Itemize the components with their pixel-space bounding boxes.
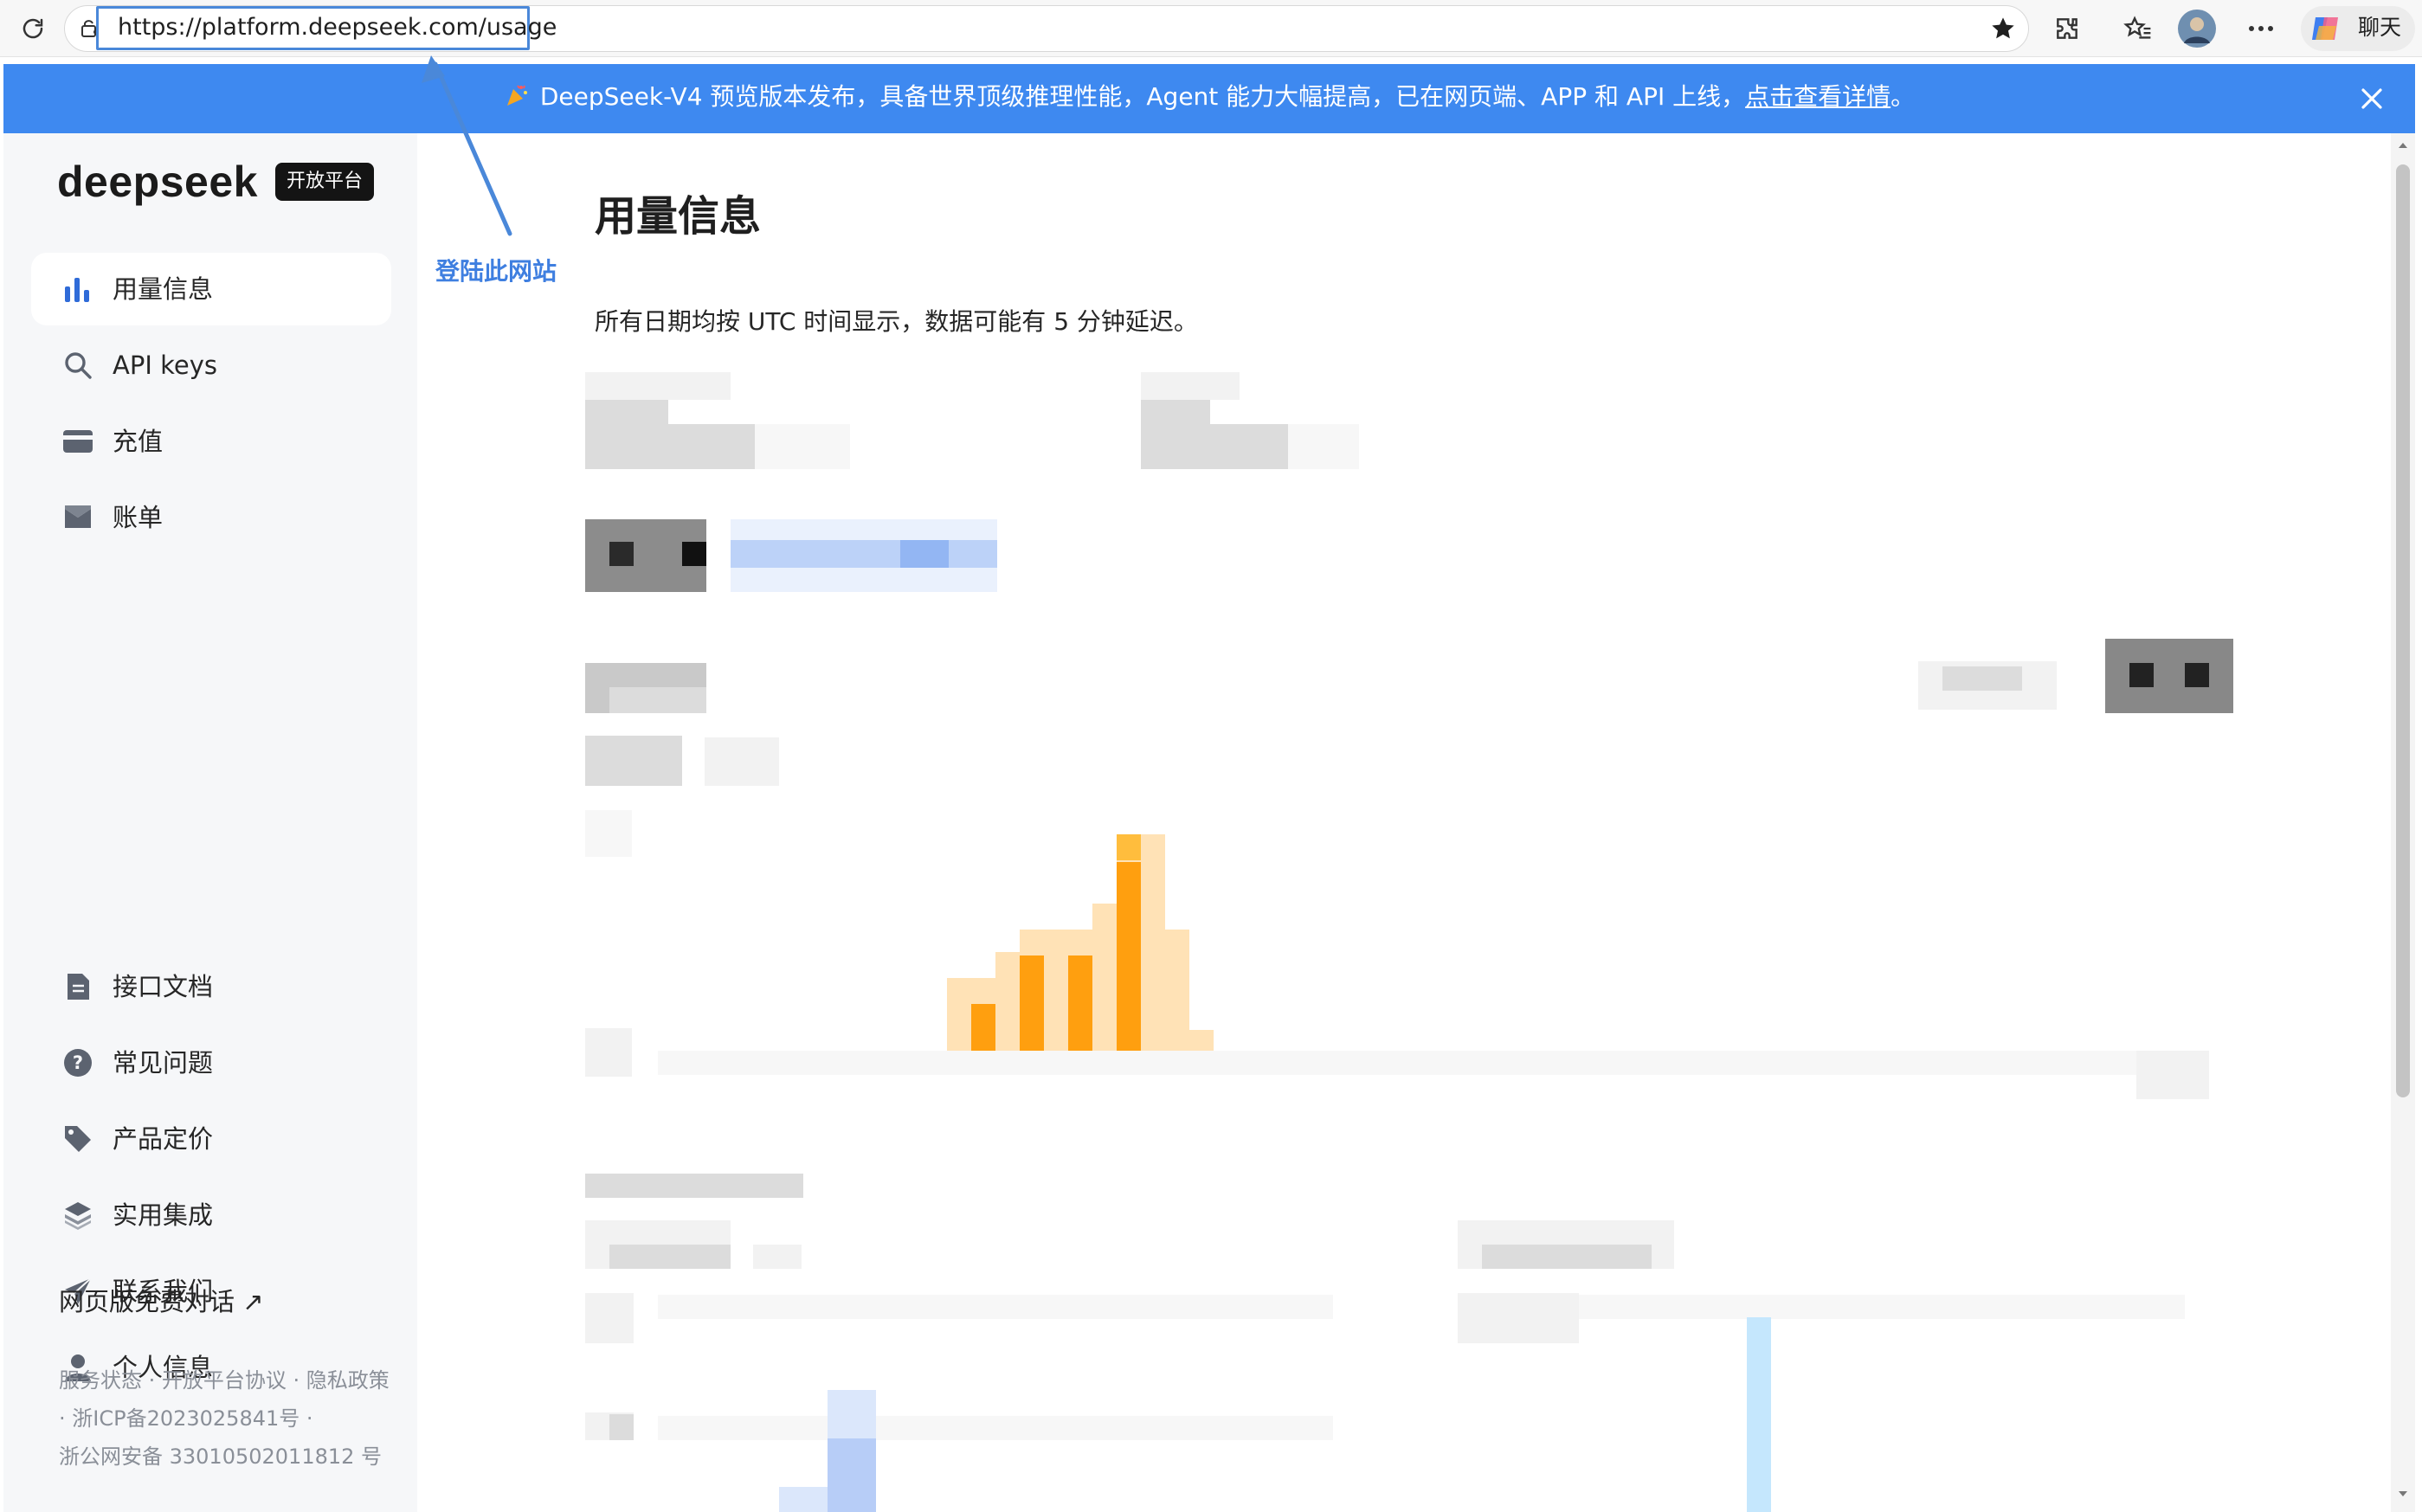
pixelated-block	[658, 1295, 1333, 1319]
banner-details-link[interactable]: 点击查看详情	[1745, 82, 1891, 111]
scroll-down-arrow[interactable]	[2396, 1487, 2410, 1501]
close-banner-icon[interactable]	[2356, 83, 2387, 114]
banner-text: DeepSeek-V4 预览版本发布，具备世界顶级推理性能，Agent 能力大幅…	[539, 82, 1746, 111]
chat-label: 聊天	[2358, 15, 2402, 40]
sidebar-item-label: 用量信息	[113, 274, 214, 304]
pixelated-block	[1117, 834, 1141, 860]
pixelated-block	[2185, 663, 2209, 687]
address-url[interactable]: https://platform.deepseek.com/usage	[118, 12, 557, 43]
bar-chart-icon	[62, 273, 93, 305]
pixelated-block	[1141, 400, 1210, 424]
sidebar-item-faq[interactable]: ? 常见问题	[31, 1026, 391, 1099]
pixelated-block	[585, 736, 682, 786]
sidebar-item-label: 接口文档	[113, 972, 214, 1001]
pixelated-block	[779, 1487, 828, 1512]
chart-bar	[971, 1004, 995, 1051]
sidebar-item-integrations[interactable]: 实用集成	[31, 1179, 391, 1251]
pixelated-block	[658, 1051, 2209, 1075]
pixelated-block	[1458, 1293, 1579, 1343]
pixelated-block	[1288, 424, 1359, 469]
profile-avatar[interactable]	[2176, 0, 2218, 57]
browser-window: https://platform.deepseek.com/usage 聊天 D…	[0, 0, 2422, 1512]
tag-icon	[62, 1123, 93, 1155]
document-icon	[62, 971, 93, 1002]
page-title: 用量信息	[595, 192, 762, 241]
pixelated-block	[609, 687, 706, 713]
announcement-banner: DeepSeek-V4 预览版本发布，具备世界顶级推理性能，Agent 能力大幅…	[3, 64, 2415, 133]
layers-icon	[62, 1200, 93, 1231]
sidebar-item-api-keys[interactable]: API keys	[31, 329, 391, 402]
svg-text:?: ?	[73, 1052, 83, 1073]
sidebar-item-bills[interactable]: 账单	[31, 481, 391, 554]
sidebar-item-label: API keys	[113, 351, 217, 380]
party-popper-icon	[504, 80, 530, 114]
favorites-list-icon[interactable]	[2119, 0, 2157, 57]
banner-text-end: 。	[1891, 82, 1916, 111]
pixelated-block	[1482, 1245, 1652, 1269]
sidebar-item-label: 常见问题	[113, 1048, 214, 1078]
pixelated-block	[585, 400, 668, 424]
sidebar-item-label: 实用集成	[113, 1200, 214, 1230]
chart-bar	[1020, 955, 1044, 1051]
pixelated-block	[2105, 639, 2233, 713]
pixelated-block	[585, 424, 755, 469]
pixelated-block	[828, 1438, 876, 1512]
sidebar-item-label: 充值	[113, 427, 164, 456]
pixelated-block	[609, 1414, 634, 1440]
browser-toolbar: https://platform.deepseek.com/usage 聊天	[0, 0, 2422, 57]
reload-icon[interactable]	[9, 0, 57, 57]
annotation-label: 登陆此网站	[435, 257, 557, 286]
copilot-icon	[2306, 0, 2344, 57]
free-web-chat-link[interactable]: 网页版免费对话 ↗	[59, 1284, 264, 1319]
pixelated-block	[1942, 666, 2022, 691]
favorite-star-icon[interactable]	[1986, 0, 2020, 57]
search-icon	[62, 350, 93, 381]
pixelated-block	[585, 810, 632, 857]
pixelated-block	[609, 542, 634, 566]
pixelated-block	[2136, 1051, 2209, 1099]
more-options-icon[interactable]	[2242, 0, 2280, 57]
pixelated-block	[1579, 1295, 2185, 1319]
utc-note: 所有日期均按 UTC 时间显示，数据可能有 5 分钟延迟。	[595, 307, 1198, 336]
sidebar: deepseek 开放平台 用量信息 API keys 充值 账单 接口文档 ?…	[3, 133, 417, 1512]
footer-public-security[interactable]: 浙公网安备 33010502011812 号	[59, 1442, 382, 1471]
extensions-icon[interactable]	[2050, 0, 2084, 57]
pixelated-block	[731, 540, 997, 568]
chart-bar	[1068, 955, 1092, 1051]
sidebar-item-label: 产品定价	[113, 1124, 214, 1154]
deepseek-logo[interactable]: deepseek	[57, 154, 258, 209]
pixelated-block	[705, 737, 779, 786]
sidebar-item-label: 账单	[113, 503, 164, 532]
sidebar-item-pricing[interactable]: 产品定价	[31, 1103, 391, 1175]
pixelated-block	[585, 372, 731, 400]
platform-badge: 开放平台	[275, 163, 374, 201]
bar-halo	[1165, 1030, 1214, 1051]
footer-links[interactable]: 服务状态 · 开放平台协议 · 隐私政策	[59, 1366, 390, 1395]
pixelated-block	[755, 424, 850, 469]
pixelated-block	[682, 542, 706, 566]
sidebar-item-docs[interactable]: 接口文档	[31, 950, 391, 1023]
help-icon: ?	[62, 1047, 93, 1078]
chart-bar	[1117, 862, 1141, 1051]
pixelated-block	[1747, 1317, 1771, 1512]
pixelated-block	[585, 1293, 634, 1343]
pixelated-block	[900, 540, 949, 568]
pixelated-block	[609, 1245, 731, 1269]
sidebar-item-usage[interactable]: 用量信息	[31, 253, 391, 325]
pixelated-block	[753, 1245, 802, 1269]
pixelated-block	[2129, 663, 2154, 687]
sidebar-item-recharge[interactable]: 充值	[31, 405, 391, 478]
pixelated-block	[1141, 372, 1240, 400]
scroll-up-arrow[interactable]	[2396, 138, 2410, 152]
pixelated-block	[585, 1028, 632, 1077]
wallet-icon	[62, 426, 93, 457]
pixelated-block	[658, 1416, 1333, 1440]
footer-icp[interactable]: · 浙ICP备2023025841号 ·	[59, 1404, 313, 1433]
pixelated-block	[585, 1174, 803, 1198]
scrollbar-thumb[interactable]	[2396, 164, 2410, 1097]
bill-icon	[62, 502, 93, 533]
